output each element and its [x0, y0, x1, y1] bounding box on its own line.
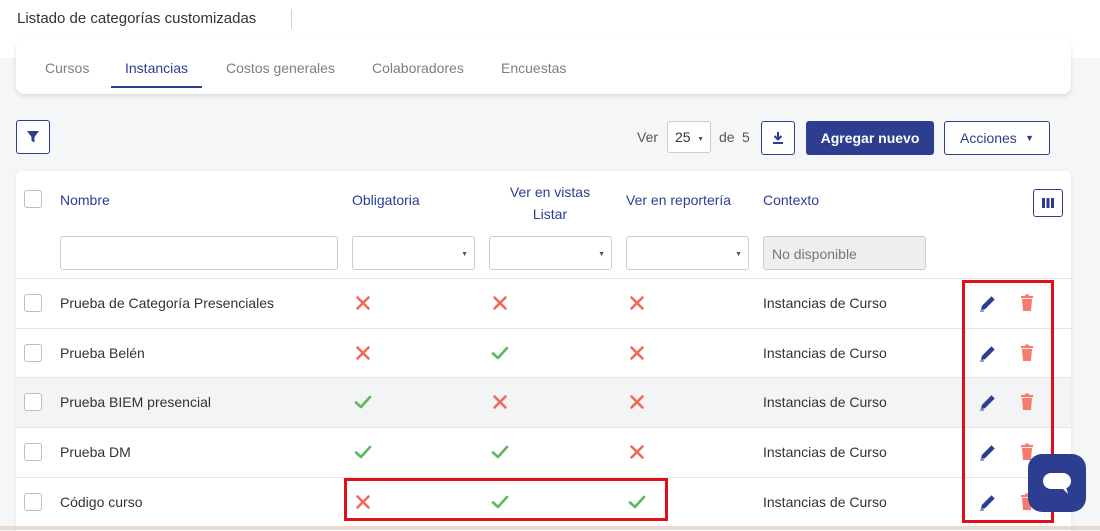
- pencil-icon: [978, 495, 998, 516]
- table-row: Prueba BIEM presencial Instancias de Curs…: [16, 377, 1071, 428]
- row-nombre: Código curso: [60, 493, 143, 510]
- cross-icon: [628, 344, 646, 362]
- tabs-card: Cursos Instancias Costos generales Colab…: [16, 40, 1071, 94]
- page-size-select[interactable]: 25 ▼: [667, 121, 711, 153]
- cross-icon: [628, 443, 646, 461]
- row-checkbox[interactable]: [24, 343, 42, 362]
- filter-icon: [27, 131, 39, 143]
- delete-button[interactable]: [1017, 293, 1037, 313]
- chevron-down-icon: ▼: [697, 136, 704, 143]
- cross-icon: [628, 393, 646, 411]
- cross-icon: [354, 344, 372, 362]
- actions-label: Acciones: [960, 130, 1017, 146]
- tab-costos-generales[interactable]: Costos generales: [226, 60, 335, 88]
- page-size-label: Ver: [637, 129, 659, 145]
- ver-vistas-filter-select[interactable]: ▼: [489, 236, 612, 270]
- edit-button[interactable]: [978, 293, 998, 313]
- cross-icon: [354, 493, 372, 511]
- row-nombre: Prueba de Categoría Presenciales: [60, 295, 275, 311]
- tab-instancias[interactable]: Instancias: [111, 60, 203, 88]
- check-icon: [491, 344, 509, 362]
- nombre-filter-input[interactable]: [60, 236, 338, 270]
- title-divider: [291, 9, 292, 29]
- chevron-down-icon: ▼: [735, 251, 742, 258]
- edit-button[interactable]: [978, 442, 998, 462]
- trash-icon: [1017, 344, 1037, 367]
- column-header-contexto[interactable]: Contexto: [763, 192, 819, 208]
- of-label: de: [719, 129, 735, 145]
- edit-button[interactable]: [978, 343, 998, 363]
- row-contexto: Instancias de Curso: [763, 344, 887, 361]
- filter-button[interactable]: [16, 120, 50, 154]
- row-nombre: Prueba Belén: [60, 344, 145, 361]
- check-icon: [491, 443, 509, 461]
- select-all-checkbox[interactable]: [24, 190, 42, 208]
- add-new-button[interactable]: Agregar nuevo: [806, 121, 934, 155]
- row-contexto: Instancias de Curso: [763, 394, 887, 411]
- columns-toggle-button[interactable]: [1033, 189, 1063, 217]
- check-icon: [354, 393, 372, 411]
- download-button[interactable]: [761, 121, 795, 155]
- cross-icon: [491, 393, 509, 411]
- page-size-value: 25: [675, 129, 691, 145]
- categories-table: Nombre Obligatoria Ver en vistas Listar …: [16, 171, 1071, 531]
- delete-button[interactable]: [1017, 343, 1037, 363]
- cross-icon: [354, 294, 372, 312]
- columns-icon: [1042, 198, 1054, 208]
- row-checkbox[interactable]: [24, 492, 42, 511]
- row-nombre: Prueba BIEM presencial: [60, 394, 211, 411]
- actions-dropdown[interactable]: Acciones ▼: [944, 121, 1050, 155]
- chat-icon: [1043, 473, 1071, 494]
- table-row: Prueba DM Instancias de Curso: [16, 427, 1071, 477]
- row-nombre: Prueba DM: [60, 444, 131, 461]
- caret-down-icon: ▼: [1025, 133, 1034, 143]
- page-title: Listado de categorías customizadas: [17, 10, 257, 27]
- row-checkbox[interactable]: [24, 393, 42, 412]
- table-row: Prueba Belén Instancias de Curso: [16, 327, 1071, 378]
- row-checkbox[interactable]: [24, 443, 42, 462]
- tab-encuestas[interactable]: Encuestas: [501, 60, 566, 88]
- trash-icon: [1017, 393, 1037, 416]
- table-row: Prueba de Categoría Presenciales Instanci…: [16, 278, 1071, 328]
- pencil-icon: [978, 395, 998, 416]
- pencil-icon: [978, 296, 998, 317]
- contexto-filter-input: No disponible: [763, 236, 926, 270]
- ver-reporteria-filter-select[interactable]: ▼: [626, 236, 749, 270]
- trash-icon: [1017, 294, 1037, 317]
- delete-button[interactable]: [1017, 392, 1037, 412]
- check-icon: [628, 493, 646, 511]
- pencil-icon: [978, 345, 998, 367]
- pencil-icon: [978, 445, 998, 466]
- download-icon: [773, 132, 783, 144]
- cross-icon: [628, 294, 646, 312]
- obligatoria-filter-select[interactable]: ▼: [352, 236, 475, 270]
- bottom-edge: [0, 526, 1100, 530]
- column-header-ver-vistas-line1: Ver en vistas: [509, 184, 591, 200]
- check-icon: [354, 443, 372, 461]
- chevron-down-icon: ▼: [461, 251, 468, 258]
- cross-icon: [491, 294, 509, 312]
- total-pages: 5: [742, 129, 750, 145]
- row-contexto: Instancias de Curso: [763, 444, 887, 461]
- row-checkbox[interactable]: [24, 294, 42, 312]
- row-contexto: Instancias de Curso: [763, 493, 887, 510]
- edit-button[interactable]: [978, 392, 998, 412]
- tab-cursos[interactable]: Cursos: [45, 60, 89, 88]
- column-header-nombre[interactable]: Nombre: [60, 192, 110, 208]
- column-header-ver-vistas-line2: Listar: [532, 206, 568, 222]
- row-contexto: Instancias de Curso: [763, 295, 887, 311]
- tab-colaboradores[interactable]: Colaboradores: [372, 60, 464, 88]
- column-header-obligatoria[interactable]: Obligatoria: [352, 192, 420, 208]
- table-row: Código curso Instancias de Curso: [16, 476, 1071, 527]
- check-icon: [491, 493, 509, 511]
- column-header-ver-vistas[interactable]: Ver en vistas Listar: [490, 181, 610, 225]
- edit-button[interactable]: [978, 492, 998, 512]
- chevron-down-icon: ▼: [598, 251, 605, 258]
- column-header-ver-reporteria[interactable]: Ver en reportería: [626, 192, 731, 208]
- chat-widget-button[interactable]: [1028, 454, 1086, 512]
